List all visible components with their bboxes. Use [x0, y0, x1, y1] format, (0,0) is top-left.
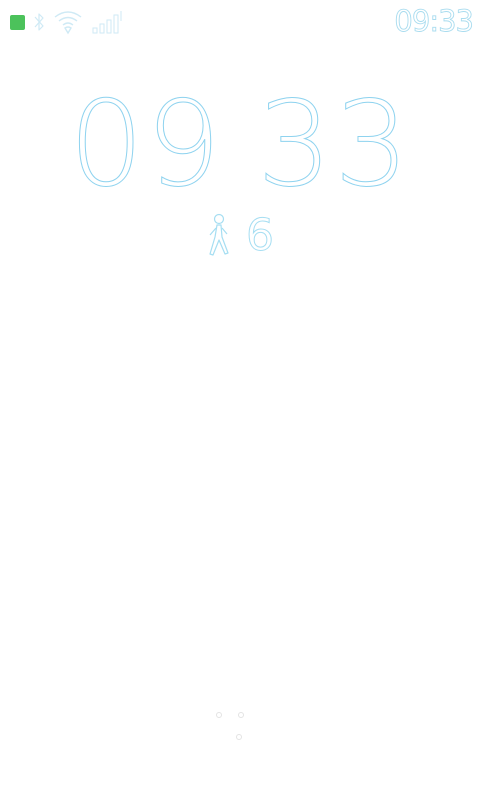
steps-count: 6	[246, 210, 275, 261]
big-clock: 09 33	[0, 84, 480, 205]
clock-hours: 09	[68, 75, 223, 213]
signal-icon	[92, 11, 122, 34]
page-dot	[238, 712, 244, 718]
walking-person-icon	[209, 213, 229, 256]
page-dot	[236, 734, 242, 740]
status-icons	[10, 8, 125, 36]
lock-screen: 09:33 09 33 6	[0, 0, 480, 800]
step-counter: 6	[0, 210, 480, 262]
clock-minutes: 33	[256, 75, 412, 213]
page-dot	[216, 712, 222, 718]
notification-square-icon	[10, 14, 25, 30]
wifi-icon	[54, 11, 82, 35]
bluetooth-icon	[34, 13, 44, 31]
status-bar: 09:33	[0, 0, 480, 44]
page-indicator	[0, 708, 480, 748]
status-bar-time: 09:33	[394, 4, 474, 39]
